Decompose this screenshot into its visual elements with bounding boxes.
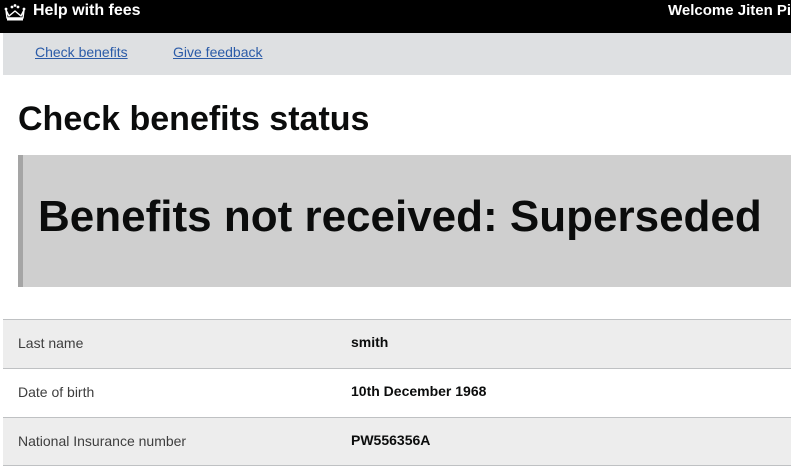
details-value: 10th December 1968 [351,383,487,399]
details-value: smith [351,334,389,350]
status-message: Benefits not received: Superseded [38,192,762,241]
give-feedback-link[interactable]: Give feedback [173,33,263,71]
global-header: Help with fees Welcome Jiten Pit [0,0,791,33]
welcome-user-text: Welcome Jiten Pit [668,2,791,19]
details-key: Last name [18,335,84,351]
service-name-link[interactable]: Help with fees [33,0,141,22]
details-row-ni-number: National Insurance number PW556356A [3,417,791,466]
check-benefits-link[interactable]: Check benefits [35,33,128,71]
details-row-date-of-birth: Date of birth 10th December 1968 [3,368,791,417]
secondary-nav: Check benefits Give feedback [3,33,791,75]
details-key: Date of birth [18,384,95,400]
details-table: Last name smith Date of birth 10th Decem… [3,319,791,466]
crown-icon [4,4,26,21]
page-title: Check benefits status [18,100,370,138]
status-panel: Benefits not received: Superseded [18,155,791,287]
details-key: National Insurance number [18,433,187,449]
details-value: PW556356A [351,432,431,448]
details-row-last-name: Last name smith [3,319,791,368]
